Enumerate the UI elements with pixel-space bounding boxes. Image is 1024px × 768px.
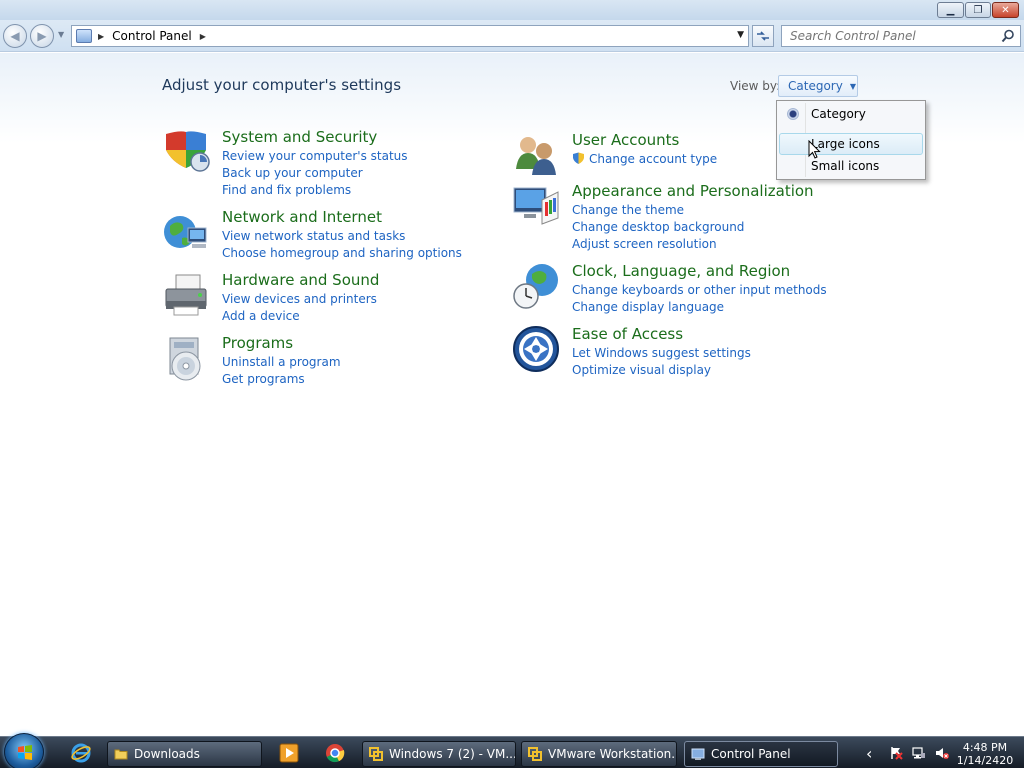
users-icon[interactable] <box>512 131 560 179</box>
taskbar-button-vm-windows7[interactable]: Windows 7 (2) - VM... <box>362 741 516 767</box>
address-bar[interactable]: ▶ Control Panel ▶ ▼ <box>71 25 749 47</box>
menu-item-label: Category <box>811 107 866 121</box>
internet-explorer-icon[interactable] <box>70 742 92 764</box>
monitor-palette-icon[interactable] <box>512 182 560 230</box>
vmware-icon <box>369 747 383 761</box>
chrome-icon[interactable] <box>324 742 346 764</box>
control-panel-icon <box>76 29 92 43</box>
link-suggest-settings[interactable]: Let Windows suggest settings <box>572 345 751 362</box>
taskbar-button-control-panel[interactable]: Control Panel <box>684 741 838 767</box>
uac-shield-icon <box>573 152 584 164</box>
menu-item-small-icons[interactable]: Small icons <box>779 155 923 177</box>
taskbar-button-downloads[interactable]: Downloads <box>107 741 262 767</box>
menu-item-large-icons[interactable]: Large icons <box>779 133 923 155</box>
link-homegroup-sharing[interactable]: Choose homegroup and sharing options <box>222 245 462 262</box>
taskbar-button-label: Downloads <box>134 747 200 761</box>
link-display-language[interactable]: Change display language <box>572 299 827 316</box>
folder-icon <box>114 749 128 760</box>
maximize-button[interactable]: ❐ <box>965 2 991 18</box>
minimize-button[interactable]: ▁ <box>937 2 964 18</box>
refresh-arrows-icon <box>757 31 769 41</box>
radio-selected-icon <box>787 108 799 120</box>
view-by-dropdown[interactable]: Category ▼ <box>778 75 858 97</box>
mouse-cursor-icon <box>808 140 821 159</box>
volume-muted-icon[interactable] <box>935 746 949 760</box>
category-title[interactable]: System and Security <box>222 128 377 146</box>
link-change-theme[interactable]: Change the theme <box>572 202 744 219</box>
printer-icon[interactable] <box>162 271 210 319</box>
breadcrumb-control-panel[interactable]: Control Panel <box>112 29 192 43</box>
menu-item-category[interactable]: Category <box>779 103 923 125</box>
link-keyboards-input[interactable]: Change keyboards or other input methods <box>572 282 827 299</box>
link-optimize-visual[interactable]: Optimize visual display <box>572 362 751 379</box>
category-title[interactable]: Clock, Language, and Region <box>572 262 790 280</box>
network-globe-icon[interactable] <box>162 208 210 256</box>
clock-globe-icon[interactable] <box>512 262 560 310</box>
category-title[interactable]: Programs <box>222 334 293 352</box>
search-icon[interactable] <box>1001 29 1015 43</box>
link-devices-printers[interactable]: View devices and printers <box>222 291 377 308</box>
programs-disc-icon[interactable] <box>162 334 210 382</box>
link-back-up[interactable]: Back up your computer <box>222 165 408 182</box>
control-panel-icon <box>691 748 705 760</box>
recent-pages-dropdown[interactable]: ▼ <box>58 30 64 39</box>
taskbar-button-label: Control Panel <box>711 747 791 761</box>
taskbar: Downloads Windows 7 (2) - VM... VMware W… <box>0 733 1024 768</box>
navigation-bar: ◀ ▶ ▼ ▶ Control Panel ▶ ▼ <box>0 20 1024 52</box>
view-by-menu: Category Large icons Small icons <box>776 100 926 180</box>
media-player-icon[interactable] <box>278 742 300 764</box>
start-button[interactable] <box>4 733 44 768</box>
menu-item-label: Small icons <box>811 159 880 173</box>
vmware-icon <box>528 747 542 761</box>
category-title[interactable]: Ease of Access <box>572 325 683 343</box>
close-button[interactable]: ✕ <box>992 2 1019 18</box>
taskbar-button-label: Windows 7 (2) - VM... <box>389 747 516 761</box>
clock-date: 1/14/2420 <box>956 754 1014 767</box>
link-get-programs[interactable]: Get programs <box>222 371 341 388</box>
action-center-flag-icon[interactable] <box>889 746 903 760</box>
page-title: Adjust your computer's settings <box>162 76 402 94</box>
network-status-icon[interactable] <box>912 746 926 760</box>
clock-time: 4:48 PM <box>962 741 1008 754</box>
breadcrumb-separator-icon[interactable]: ▶ <box>200 32 206 41</box>
taskbar-button-vmware-workstation[interactable]: VMware Workstation... <box>521 741 677 767</box>
chevron-down-icon: ▼ <box>849 81 856 91</box>
search-box[interactable] <box>781 25 1021 47</box>
refresh-button[interactable] <box>752 25 774 47</box>
link-network-status[interactable]: View network status and tasks <box>222 228 462 245</box>
link-add-device[interactable]: Add a device <box>222 308 377 325</box>
category-title[interactable]: Hardware and Sound <box>222 271 379 289</box>
link-change-account-type[interactable]: Change account type <box>572 151 717 168</box>
category-title[interactable]: User Accounts <box>572 131 679 149</box>
link-uninstall-program[interactable]: Uninstall a program <box>222 354 341 371</box>
window-title-bar: ▁ ❐ ✕ <box>0 0 1024 20</box>
address-dropdown-icon[interactable]: ▼ <box>737 30 744 40</box>
show-hidden-icons-chevron[interactable]: ‹ <box>866 744 876 763</box>
link-find-fix-problems[interactable]: Find and fix problems <box>222 182 408 199</box>
category-title[interactable]: Network and Internet <box>222 208 382 226</box>
link-label: Change account type <box>589 152 718 166</box>
taskbar-clock[interactable]: 4:48 PM 1/14/2420 <box>954 741 1016 767</box>
search-input[interactable] <box>790 29 995 43</box>
forward-button[interactable]: ▶ <box>30 24 54 48</box>
link-review-status[interactable]: Review your computer's status <box>222 148 408 165</box>
view-by-label: View by: <box>730 79 781 93</box>
ease-of-access-icon[interactable] <box>512 325 560 373</box>
category-title[interactable]: Appearance and Personalization <box>572 182 814 200</box>
breadcrumb-separator-icon[interactable]: ▶ <box>98 32 104 41</box>
windows-logo-icon <box>18 745 32 760</box>
back-button[interactable]: ◀ <box>3 24 27 48</box>
link-screen-resolution[interactable]: Adjust screen resolution <box>572 236 744 253</box>
shield-icon[interactable] <box>162 128 210 176</box>
link-desktop-background[interactable]: Change desktop background <box>572 219 744 236</box>
view-by-value: Category <box>788 79 843 93</box>
taskbar-button-label: VMware Workstation... <box>548 747 677 761</box>
